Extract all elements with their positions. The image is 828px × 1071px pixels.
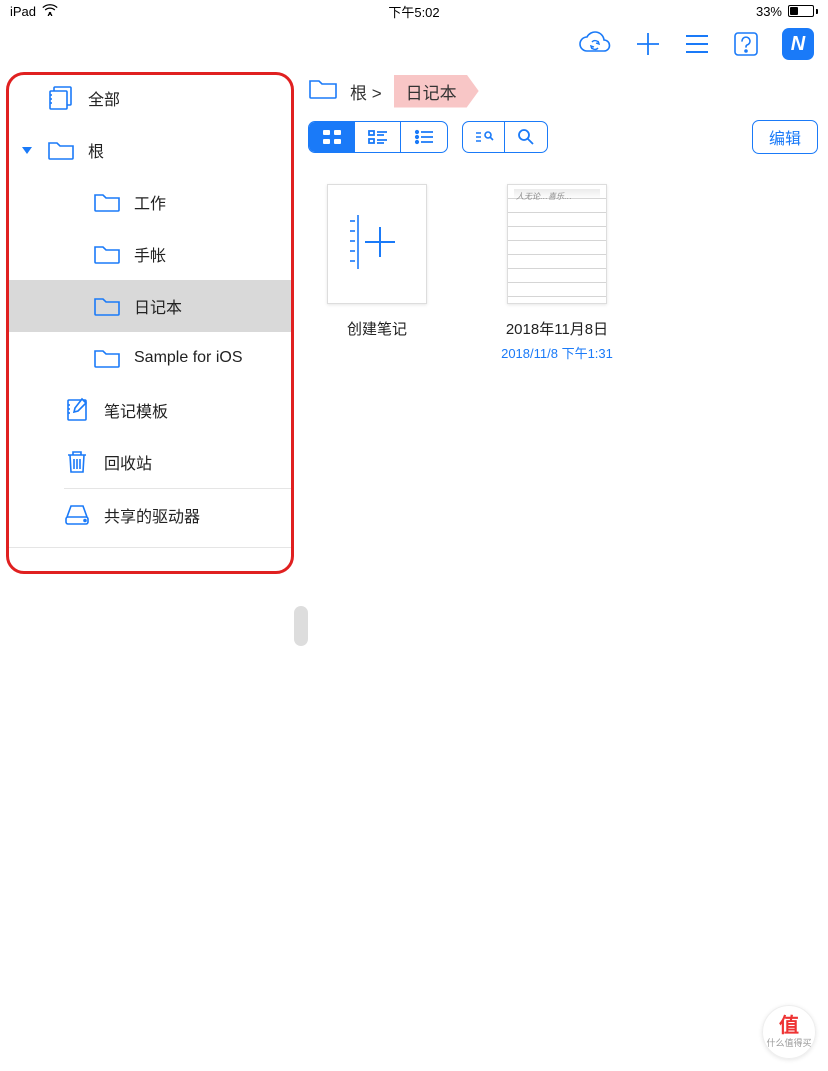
watermark-char: 值 [779, 1016, 799, 1036]
create-note-thumb [327, 184, 427, 304]
note-grid: 创建笔记 人无论…喜乐… 2018年11月8日 2018/11/8 下午1:31 [308, 154, 818, 392]
view-mode-group [308, 121, 448, 153]
search-button[interactable] [505, 122, 547, 152]
sidebar-item-label: 笔记模板 [104, 398, 168, 422]
cloud-sync-icon[interactable] [578, 31, 612, 57]
help-icon[interactable] [732, 30, 760, 58]
trash-icon [62, 449, 92, 475]
sidebar-item-label: 根 [88, 138, 104, 162]
menu-icon[interactable] [684, 33, 710, 55]
watermark-text: 什么值得买 [766, 1036, 811, 1049]
note-date: 2018/11/8 下午1:31 [492, 343, 622, 362]
folder-icon [46, 137, 76, 163]
note-card[interactable]: 人无论…喜乐… 2018年11月8日 2018/11/8 下午1:31 [492, 184, 622, 362]
folder-icon [92, 189, 122, 215]
sidebar-item-label: 工作 [134, 190, 166, 214]
folder-icon [308, 77, 338, 106]
content-toolbar: 编辑 [308, 120, 818, 154]
watermark: 值 什么值得买 [762, 1005, 816, 1059]
sidebar-item-folder[interactable]: 日记本 [6, 280, 294, 332]
view-grid-button[interactable] [309, 122, 355, 152]
sidebar-item-all[interactable]: 全部 [6, 72, 294, 124]
notebook-stack-icon [46, 85, 76, 111]
add-icon[interactable] [634, 30, 662, 58]
handwriting-preview: 人无论…喜乐… [516, 191, 572, 202]
sort-button[interactable] [463, 122, 505, 152]
note-thumb: 人无论…喜乐… [507, 184, 607, 304]
sidebar-item-folder[interactable]: Sample for iOS [6, 332, 294, 384]
sidebar-item-root[interactable]: 根 [6, 124, 294, 176]
tool-group [462, 121, 548, 153]
note-title: 2018年11月8日 [492, 318, 622, 339]
sidebar-item-folder[interactable]: 手帐 [6, 228, 294, 280]
breadcrumb-current[interactable]: 日记本 [394, 75, 479, 108]
clock: 下午5:02 [388, 2, 439, 21]
device-label: iPad [10, 4, 36, 19]
folder-icon [92, 241, 122, 267]
chevron-down-icon[interactable] [22, 147, 32, 154]
sidebar-item-trash[interactable]: 回收站 [6, 436, 294, 488]
folder-icon [92, 345, 122, 371]
sidebar: 全部 根 工作 手帐 日记本 [0, 66, 300, 1071]
sidebar-item-folder[interactable]: 工作 [6, 176, 294, 228]
app-logo-icon[interactable]: N [782, 28, 814, 60]
breadcrumb: 根 > 日记本 [308, 66, 818, 116]
sidebar-item-label: Sample for iOS [134, 349, 242, 367]
view-detail-button[interactable] [355, 122, 401, 152]
note-title: 创建笔记 [312, 318, 442, 339]
template-icon [62, 397, 92, 423]
battery-pct: 33% [756, 4, 782, 19]
sidebar-drag-handle[interactable] [294, 606, 308, 646]
content-area: 根 > 日记本 [300, 66, 828, 1071]
battery-icon [788, 5, 818, 17]
view-list-button[interactable] [401, 122, 447, 152]
folder-icon [92, 293, 122, 319]
create-note-card[interactable]: 创建笔记 [312, 184, 442, 362]
sidebar-item-label: 手帐 [134, 242, 166, 266]
sidebar-item-templates[interactable]: 笔记模板 [6, 384, 294, 436]
sidebar-item-label: 日记本 [134, 294, 182, 318]
breadcrumb-root[interactable]: 根 > [350, 79, 382, 104]
status-bar: iPad 下午5:02 33% [0, 0, 828, 22]
app-toolbar: N [0, 22, 828, 66]
sidebar-item-label: 回收站 [104, 450, 152, 474]
sidebar-item-label: 共享的驱动器 [104, 503, 200, 527]
wifi-icon [42, 4, 58, 19]
sidebar-item-label: 全部 [88, 86, 120, 110]
edit-button[interactable]: 编辑 [752, 120, 818, 154]
sidebar-item-shared[interactable]: 共享的驱动器 [6, 489, 294, 541]
drive-icon [62, 502, 92, 528]
